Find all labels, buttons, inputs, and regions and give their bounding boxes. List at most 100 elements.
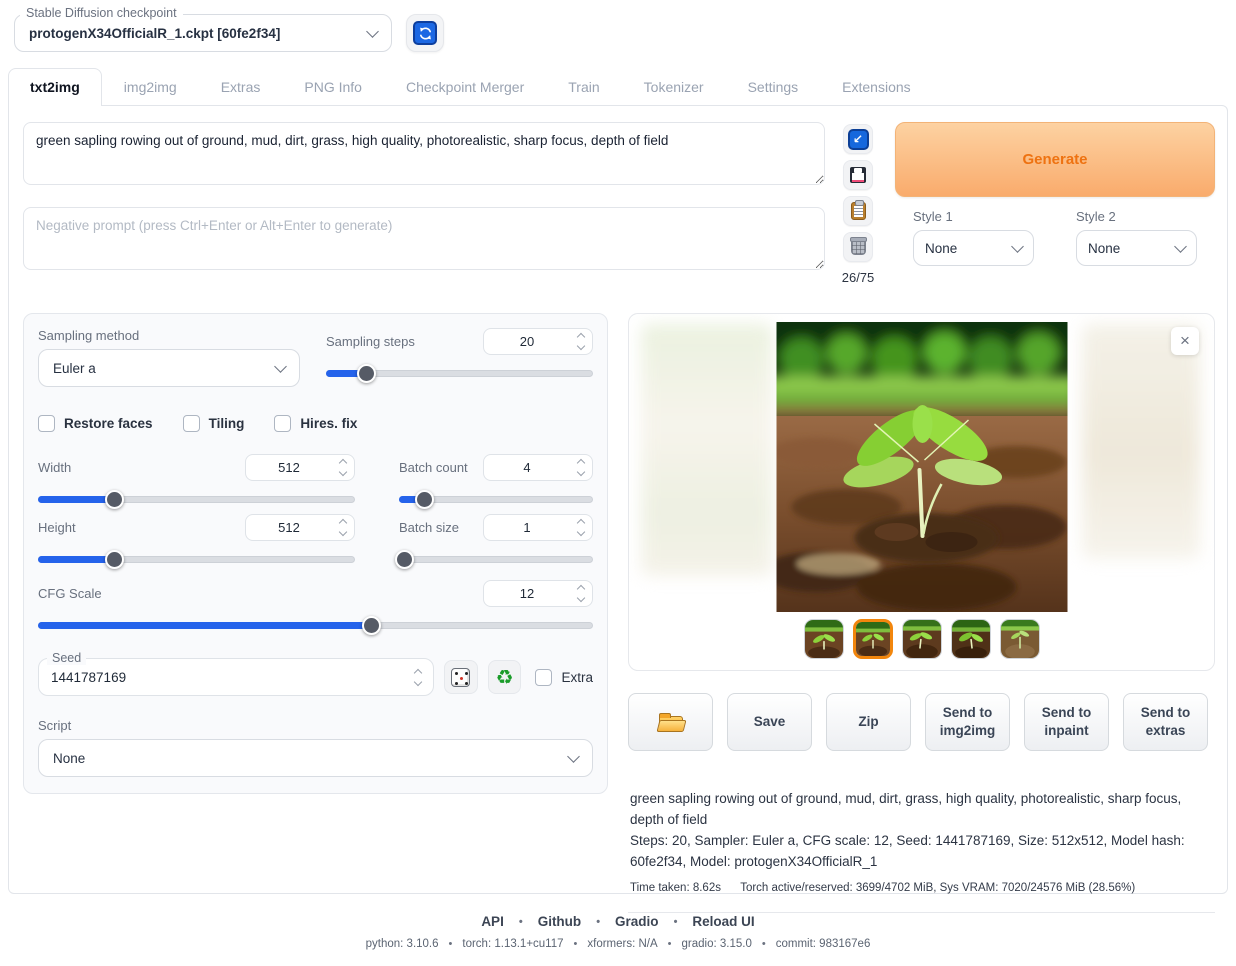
footer-link-api[interactable]: API [481, 914, 504, 929]
apply-style-button[interactable] [843, 196, 873, 226]
negative-prompt-input[interactable] [23, 207, 825, 270]
batch-count-slider[interactable] [399, 492, 593, 506]
slider-knob[interactable] [357, 364, 376, 383]
slider-knob[interactable] [415, 490, 434, 509]
batch-count-input[interactable]: 4 [483, 454, 593, 481]
paste-generation-params-button[interactable]: ↙ [843, 124, 873, 154]
tab-txt2img[interactable]: txt2img [8, 68, 102, 106]
seed-input[interactable]: Seed 1441787169 [38, 658, 434, 696]
send-to-inpaint-button[interactable]: Send to inpaint [1024, 693, 1109, 751]
output-actions: Save Zip Send to img2img Send to inpaint… [628, 693, 1215, 751]
save-style-button[interactable] [843, 160, 873, 190]
tab-extras[interactable]: Extras [199, 68, 283, 105]
save-button[interactable]: Save [727, 693, 812, 751]
gallery-thumbnail[interactable] [1000, 619, 1040, 659]
cfg-scale-label: CFG Scale [38, 586, 102, 601]
zip-button[interactable]: Zip [826, 693, 911, 751]
vram-usage: Torch active/reserved: 3699/4702 MiB, Sy… [740, 882, 1135, 894]
slider-knob[interactable] [105, 550, 124, 569]
arrow-down-left-icon: ↙ [848, 129, 869, 150]
cfg-scale-input[interactable]: 12 [483, 580, 593, 607]
open-output-folder-button[interactable] [628, 693, 713, 751]
tab-png-info[interactable]: PNG Info [282, 68, 384, 105]
slider-knob[interactable] [362, 616, 381, 635]
sampling-method-select[interactable]: Euler a [38, 349, 300, 387]
footer-link-reload-ui[interactable]: Reload UI [692, 914, 754, 929]
output-gallery: × [628, 313, 1215, 671]
chevron-down-icon [366, 25, 379, 38]
gallery-backdrop-blur [641, 324, 773, 576]
sampling-method-value: Euler a [53, 361, 96, 376]
restore-faces-checkbox[interactable]: Restore faces [38, 415, 153, 432]
time-taken: Time taken: 8.62s [630, 882, 721, 894]
gallery-thumbnail[interactable] [951, 619, 991, 659]
clipboard-icon [851, 202, 866, 220]
send-to-extras-button[interactable]: Send to extras [1123, 693, 1208, 751]
style2-select[interactable]: None [1076, 230, 1197, 266]
gallery-thumbnails [629, 619, 1214, 659]
prompt-input[interactable]: green sapling rowing out of ground, mud,… [23, 122, 825, 185]
refresh-icon [413, 21, 437, 45]
batch-size-input[interactable]: 1 [483, 514, 593, 541]
script-label: Script [38, 718, 593, 733]
hires-fix-checkbox[interactable]: Hires. fix [274, 415, 357, 432]
number-stepper[interactable] [570, 515, 592, 540]
tiling-checkbox[interactable]: Tiling [183, 415, 245, 432]
tab-img2img[interactable]: img2img [102, 68, 199, 105]
checkbox-icon [183, 415, 200, 432]
number-stepper[interactable] [407, 659, 429, 695]
slider-knob[interactable] [105, 490, 124, 509]
height-input[interactable]: 512 [245, 514, 355, 541]
height-slider[interactable] [38, 552, 355, 566]
extra-seed-checkbox[interactable]: Extra [535, 669, 593, 686]
script-select[interactable]: None [38, 739, 593, 777]
gallery-thumbnail[interactable] [902, 619, 942, 659]
cfg-scale-slider[interactable] [38, 618, 593, 632]
version-torch: torch: 1.13.1+cu117 [462, 938, 563, 950]
height-label: Height [38, 520, 76, 535]
dice-icon [451, 668, 470, 687]
gallery-thumbnail-selected[interactable] [853, 619, 893, 659]
tab-extensions[interactable]: Extensions [820, 68, 932, 105]
clear-prompt-button[interactable] [843, 232, 873, 262]
style1-label: Style 1 [913, 209, 1034, 224]
width-slider[interactable] [38, 492, 355, 506]
random-seed-button[interactable] [444, 660, 478, 694]
close-icon[interactable]: × [1171, 327, 1199, 355]
sampling-steps-input[interactable]: 20 [483, 328, 593, 355]
tab-tokenizer[interactable]: Tokenizer [622, 68, 726, 105]
tab-train[interactable]: Train [546, 68, 621, 105]
number-stepper[interactable] [570, 455, 592, 480]
recycle-icon: ♻ [496, 667, 514, 687]
checkpoint-field: Stable Diffusion checkpoint protogenX34O… [14, 14, 392, 52]
version-xformers: xformers: N/A [587, 938, 657, 950]
number-stepper[interactable] [332, 515, 354, 540]
checkbox-icon [535, 669, 552, 686]
generated-image[interactable] [776, 322, 1067, 612]
batch-size-slider[interactable] [399, 552, 593, 566]
send-to-img2img-button[interactable]: Send to img2img [925, 693, 1010, 751]
refresh-checkpoints-button[interactable] [406, 14, 444, 52]
gallery-thumbnail[interactable] [804, 619, 844, 659]
checkpoint-label: Stable Diffusion checkpoint [20, 6, 183, 20]
generate-button[interactable]: Generate [895, 122, 1215, 197]
tab-checkpoint-merger[interactable]: Checkpoint Merger [384, 68, 546, 105]
trash-icon [851, 240, 866, 255]
width-input[interactable]: 512 [245, 454, 355, 481]
style1-select[interactable]: None [913, 230, 1034, 266]
number-stepper[interactable] [332, 455, 354, 480]
slider-knob[interactable] [395, 550, 414, 569]
batch-size-label: Batch size [399, 520, 459, 535]
checkbox-icon [274, 415, 291, 432]
number-stepper[interactable] [570, 581, 592, 606]
tab-settings[interactable]: Settings [726, 68, 821, 105]
chevron-down-icon [274, 360, 287, 373]
sampling-steps-slider[interactable] [326, 366, 593, 380]
reuse-seed-button[interactable]: ♻ [488, 660, 522, 694]
sampling-method-label: Sampling method [38, 328, 300, 343]
number-stepper[interactable] [570, 329, 592, 354]
footer-link-gradio[interactable]: Gradio [615, 914, 659, 929]
footer-link-github[interactable]: Github [538, 914, 582, 929]
style2-label: Style 2 [1076, 209, 1197, 224]
chevron-down-icon [1011, 240, 1024, 253]
